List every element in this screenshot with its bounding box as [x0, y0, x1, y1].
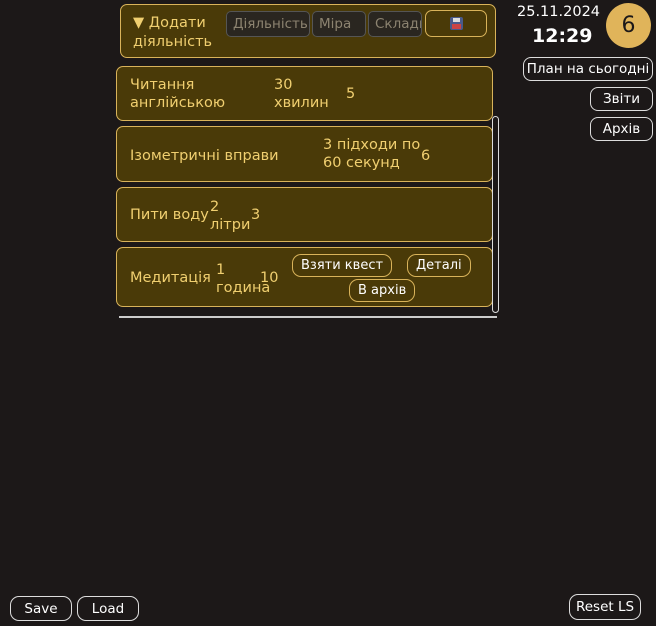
measure-input[interactable]: Міра — [312, 11, 366, 37]
task-name: Пити воду — [130, 207, 209, 223]
task-amount-line1: 30 — [274, 77, 293, 93]
task-amount-line1: 2 — [210, 199, 220, 215]
save-button[interactable]: Save — [10, 596, 72, 621]
task-difficulty: 6 — [421, 148, 431, 164]
save-activity-button[interactable] — [425, 10, 487, 37]
take-quest-button[interactable]: Взяти квест — [292, 254, 393, 277]
level-badge: 6 — [606, 3, 651, 48]
archive-button[interactable]: Архів — [590, 117, 653, 141]
task-amount: 3 підходи по 60 секунд — [323, 136, 420, 172]
current-time: 12:29 — [532, 25, 593, 47]
add-activity-title-line2: діяльність — [133, 34, 213, 50]
task-amount-line1: 3 підходи по — [323, 137, 421, 153]
task-list-divider — [119, 316, 497, 318]
add-activity-toggle[interactable]: ▼ Додати діяльність — [133, 14, 212, 52]
task-amount: 30 хвилин — [274, 76, 329, 112]
task-name: Медитація — [130, 270, 211, 286]
to-archive-button[interactable]: В архів — [349, 279, 416, 302]
task-list-scrollbar[interactable] — [492, 116, 499, 313]
activity-input[interactable]: Діяльність — [226, 11, 310, 37]
task-difficulty: 10 — [260, 270, 279, 286]
reports-button[interactable]: Звіти — [590, 87, 653, 111]
details-button[interactable]: Деталі — [407, 254, 471, 277]
today-plan-button[interactable]: План на сьогодні — [523, 57, 653, 81]
task-amount-line2: 60 секунд — [323, 155, 400, 171]
current-date: 25.11.2024 — [517, 4, 601, 20]
floppy-disk-icon — [449, 17, 463, 30]
load-button[interactable]: Load — [77, 596, 139, 621]
task-card[interactable]: Читання англійською 30 хвилин 5 — [116, 66, 493, 121]
task-card[interactable]: Медитація 1 година 10 Взяти квест Деталі… — [116, 247, 493, 307]
add-activity-panel: ▼ Додати діяльність Діяльність Міра Скла… — [120, 4, 496, 58]
task-name: Ізометричні вправи — [130, 148, 279, 164]
task-card[interactable]: Пити воду 2 літри 3 — [116, 187, 493, 242]
task-difficulty: 5 — [346, 86, 356, 102]
task-amount-line2: літри — [210, 217, 251, 233]
task-difficulty: 3 — [251, 207, 261, 223]
task-card[interactable]: Ізометричні вправи 3 підходи по 60 секун… — [116, 126, 493, 182]
task-name-line2: англійською — [130, 95, 226, 111]
complexity-input[interactable]: Складність — [368, 11, 422, 37]
task-amount: 2 літри — [210, 198, 250, 234]
task-amount-line2: хвилин — [274, 95, 329, 111]
add-activity-title-line1: ▼ Додати — [133, 15, 206, 31]
reset-localstorage-button[interactable]: Reset LS — [569, 594, 641, 620]
task-name-line1: Читання — [130, 77, 195, 93]
task-name: Читання англійською — [130, 76, 225, 112]
